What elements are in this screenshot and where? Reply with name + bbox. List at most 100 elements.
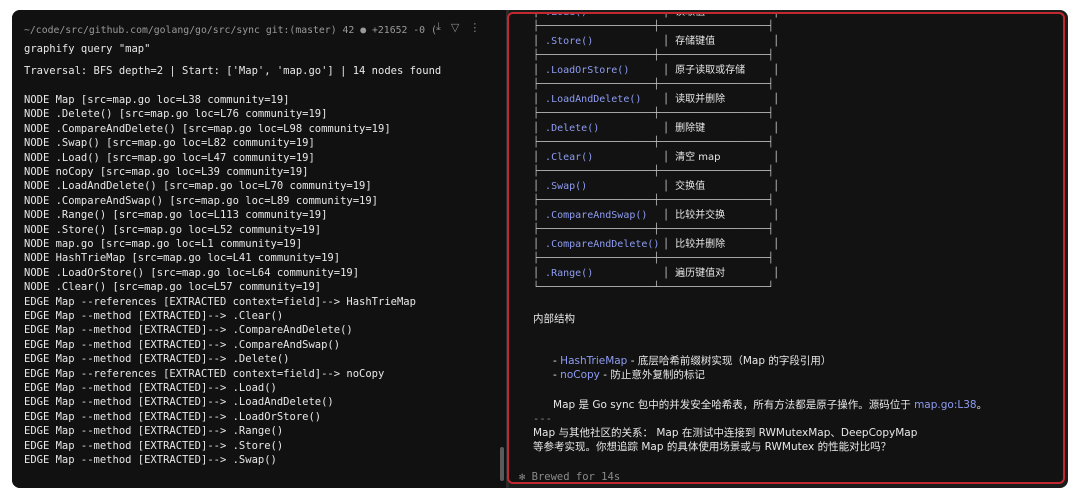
output-line: EDGE Map --method [EXTRACTED]--> .Range(… [24, 425, 284, 438]
method-name: .Range() [545, 268, 594, 279]
output-line: NODE .CompareAndDelete() [src=map.go loc… [24, 122, 391, 135]
output-line: NODE .Swap() [src=map.go loc=L82 communi… [24, 137, 315, 150]
table-border: │ [663, 36, 676, 47]
output-line: EDGE Map --references [EXTRACTED context… [24, 367, 385, 380]
table-border: │ [773, 94, 780, 105]
table-separator: ├───────────────────┼──────────────────┤ [533, 79, 774, 90]
table-border: │ [533, 239, 546, 250]
table-border: │ [533, 152, 546, 163]
table-separator: ├───────────────────┼──────────────────┤ [533, 224, 774, 235]
table-border: │ [663, 268, 676, 279]
output-line: NODE map.go [src=map.go loc=L1 community… [24, 238, 303, 250]
more-menu-icon[interactable]: ⋮ [469, 21, 480, 34]
method-description: 清空 map [675, 152, 721, 163]
table-row: │ .Delete() │ 删除键 │ [533, 122, 779, 136]
method-description: 读取并删除 [675, 94, 726, 105]
table-row: │ .Clear() │ 清空 map │ [533, 151, 779, 165]
shell-prompt: ~/code/src/github.com/golang/go/src/sync… [24, 25, 437, 36]
table-border: │ [773, 36, 780, 47]
table-separator: ├───────────────────┼──────────────────┤ [533, 21, 774, 32]
relation-line-2: 等参考实现。你想追踪 Map 的具体使用场景或与 RWMutex 的性能对比吗？ [533, 441, 892, 453]
table-border: │ [533, 210, 546, 221]
table-separator: ├───────────────────┼──────────────────┤ [533, 253, 774, 264]
method-description: 删除键 [675, 123, 706, 134]
table-border: │ [663, 152, 676, 163]
table-border: │ [773, 210, 780, 221]
table-border: │ [533, 181, 546, 192]
output-line: EDGE Map --references [EXTRACTED context… [24, 295, 416, 308]
table-border: │ [773, 268, 780, 279]
table-row: │ .LoadOrStore() │ 原子读取或存储 │ [533, 64, 779, 78]
internal-structure-heading: 内部结构 [533, 313, 575, 325]
left-terminal-pane[interactable]: ~/code/src/github.com/golang/go/src/sync… [12, 10, 506, 488]
output-line: NODE .LoadAndDelete() [src=map.go loc=L7… [24, 180, 372, 193]
table-border: │ [773, 65, 780, 76]
table-row: │ .Swap() │ 交换值 │ [533, 180, 779, 194]
bullet-text: - 防止意外复制的标记 [599, 369, 705, 381]
table-separator: ├───────────────────┼──────────────────┤ [533, 50, 774, 61]
method-name: .Clear() [545, 152, 594, 163]
output-line: EDGE Map --method [EXTRACTED]--> .Store(… [24, 439, 284, 452]
output-line: NODE .Store() [src=map.go loc=L52 commun… [24, 223, 322, 236]
table-border: │ [773, 181, 780, 192]
output-line: EDGE Map --method [EXTRACTED]--> .Swap() [24, 454, 277, 466]
table-row: │ .Load() │ 读取值 │ [533, 12, 780, 20]
table-border: │ [663, 12, 676, 18]
output-line: EDGE Map --method [EXTRACTED]--> .Clear(… [24, 310, 284, 322]
scrollbar-thumb[interactable] [500, 447, 504, 481]
table-border: │ [663, 65, 676, 76]
table-border: │ [773, 152, 780, 163]
method-name: .Swap() [545, 181, 588, 192]
table-border: │ [533, 123, 546, 134]
summary-end: 。 [976, 399, 988, 411]
output-line: NODE .Delete() [src=map.go loc=L76 commu… [24, 108, 328, 121]
table-row: │ .CompareAndDelete() │ 比较并删除 │ [533, 238, 779, 252]
output-line: NODE Map [src=map.go loc=L38 community=1… [24, 94, 290, 106]
horizontal-rule: --- [533, 413, 552, 425]
table-border: │ [663, 210, 676, 221]
output-line: NODE HashTrieMap [src=map.go loc=L41 com… [24, 252, 341, 265]
output-line: NODE .Load() [src=map.go loc=L47 communi… [24, 151, 315, 164]
summary-text: Map 是 Go sync 包中的并发安全哈希表，所有方法都是原子操作。源码位于 [553, 399, 915, 411]
traversal-summary: Traversal: BFS depth=2 | Start: ['Map', … [24, 65, 442, 77]
table-border: │ [663, 181, 676, 192]
table-separator: ├───────────────────┼──────────────────┤ [533, 166, 774, 177]
output-line: EDGE Map --method [EXTRACTED]--> .Load() [24, 382, 277, 394]
table-border: │ [533, 12, 546, 18]
table-bottom-border: └───────────────────┴──────────────────┘ [533, 282, 774, 293]
filter-icon[interactable]: ▽ [451, 21, 459, 34]
method-description: 原子读取或存储 [675, 65, 746, 76]
output-line: EDGE Map --method [EXTRACTED]--> .LoadOr… [24, 410, 322, 423]
method-name: .CompareAndSwap() [545, 210, 648, 221]
table-row: │ .CompareAndSwap() │ 比较并交换 │ [533, 209, 779, 223]
link-source-location[interactable]: map.go:L38 [914, 399, 977, 411]
output-line: NODE .LoadOrStore() [src=map.go loc=L64 … [24, 266, 360, 279]
download-icon[interactable]: ⤓ [436, 20, 441, 34]
output-line: NODE .CompareAndSwap() [src=map.go loc=L… [24, 194, 379, 207]
link-nocopy[interactable]: noCopy [560, 369, 600, 381]
table-separator: ├───────────────────┼──────────────────┤ [533, 195, 774, 206]
command-line: graphify query "map" [24, 43, 151, 55]
table-row: │ .Range() │ 遍历键值对 │ [533, 267, 779, 281]
method-name: .LoadOrStore() [545, 65, 630, 76]
table-border: │ [533, 268, 546, 279]
output-line: EDGE Map --method [EXTRACTED]--> .LoadAn… [24, 396, 334, 409]
table-border: │ [773, 12, 780, 18]
output-line: EDGE Map --method [EXTRACTED]--> .Compar… [24, 324, 353, 337]
summary-paragraph: Map 是 Go sync 包中的并发安全哈希表，所有方法都是原子操作。源码位于… [533, 384, 987, 426]
output-line: NODE noCopy [src=map.go loc=L39 communit… [24, 166, 309, 178]
terminal-window: ~/code/src/github.com/golang/go/src/sync… [12, 10, 1068, 488]
output-line: EDGE Map --method [EXTRACTED]--> .Compar… [24, 338, 341, 351]
table-border: │ [663, 239, 676, 250]
table-border: │ [773, 123, 780, 134]
method-description: 遍历键值对 [675, 268, 726, 279]
table-border: │ [533, 65, 546, 76]
method-name: .Delete() [545, 123, 600, 134]
method-name: .LoadAndDelete() [545, 94, 642, 105]
method-description: 比较并删除 [675, 239, 726, 250]
table-border: │ [533, 94, 546, 105]
table-border: │ [663, 94, 676, 105]
method-name: .CompareAndDelete() [545, 239, 660, 250]
right-terminal-pane[interactable]: │ .Load() │ 读取值 │ ├───────────────────┼────… [507, 12, 1065, 484]
output-line: NODE .Range() [src=map.go loc=L113 commu… [24, 209, 328, 222]
